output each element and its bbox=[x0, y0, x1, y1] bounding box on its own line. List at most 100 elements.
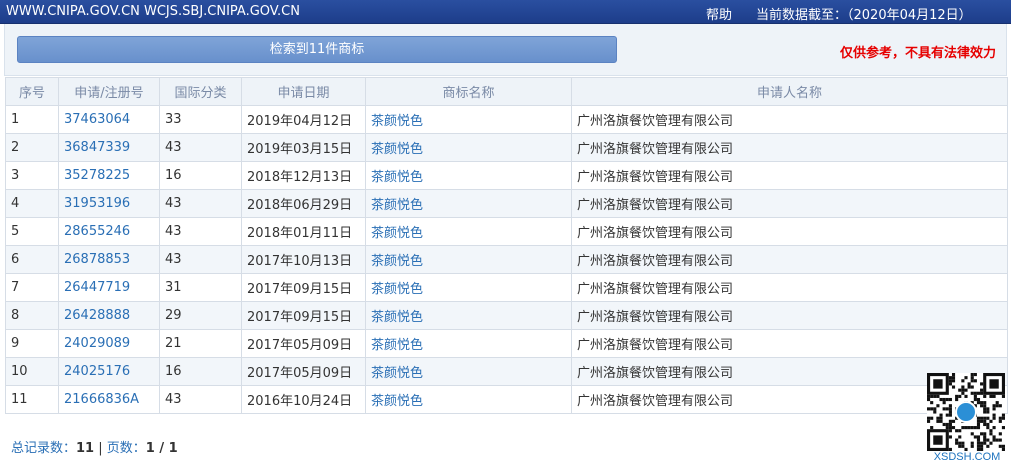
row-reg-number-cell[interactable]: 24029089 bbox=[58, 329, 160, 358]
row-reg-number-cell[interactable]: 26447719 bbox=[58, 273, 160, 302]
row-mark-name-cell[interactable]: 茶颜悦色 bbox=[365, 189, 572, 218]
row-mark-name-cell[interactable]: 茶颜悦色 bbox=[365, 217, 572, 246]
top-bar: WWW.CNIPA.GOV.CN WCJS.SBJ.CNIPA.GOV.CN 帮… bbox=[0, 0, 1011, 24]
row-intl-class-cell: 16 bbox=[159, 357, 242, 386]
row-serial-cell: 2 bbox=[5, 133, 59, 162]
row-reg-number-cell[interactable]: 26428888 bbox=[58, 301, 160, 330]
row-app-date-cell: 2019年03月15日 bbox=[241, 133, 366, 162]
row-mark-name-link[interactable]: 茶颜悦色 bbox=[371, 142, 423, 157]
row-reg-number-link[interactable]: 35278225 bbox=[64, 168, 130, 183]
total-records-value: 11 bbox=[76, 441, 95, 456]
row-app-date-cell: 2018年06月29日 bbox=[241, 189, 366, 218]
row-mark-name-link[interactable]: 茶颜悦色 bbox=[371, 114, 423, 129]
table-row[interactable]: 8 26428888 29 2017年09月15日 茶颜悦色 广州洛旗餐饮管理有限公司 bbox=[5, 301, 1008, 330]
row-mark-name-cell[interactable]: 茶颜悦色 bbox=[365, 133, 572, 162]
row-mark-name-cell[interactable]: 茶颜悦色 bbox=[365, 245, 572, 274]
row-reg-number-cell[interactable]: 21666836A bbox=[58, 385, 160, 414]
row-applicant-cell: 广州洛旗餐饮管理有限公司 bbox=[571, 217, 1008, 246]
table-row[interactable]: 5 28655246 43 2018年01月11日 茶颜悦色 广州洛旗餐饮管理有限公司 bbox=[5, 217, 1008, 246]
row-mark-name-cell[interactable]: 茶颜悦色 bbox=[365, 385, 572, 414]
table-row[interactable]: 10 24025176 16 2017年05月09日 茶颜悦色 广州洛旗餐饮管理有限公司 bbox=[5, 357, 1008, 386]
table-header-row: 序号 申请/注册号 国际分类 申请日期 商标名称 申请人名称 bbox=[5, 77, 1008, 106]
row-reg-number-cell[interactable]: 36847339 bbox=[58, 133, 160, 162]
row-mark-name-cell[interactable]: 茶颜悦色 bbox=[365, 329, 572, 358]
row-reg-number-cell[interactable]: 31953196 bbox=[58, 189, 160, 218]
help-link[interactable]: 帮助 bbox=[706, 4, 732, 23]
row-reg-number-link[interactable]: 26447719 bbox=[64, 280, 130, 295]
row-mark-name-link[interactable]: 茶颜悦色 bbox=[371, 394, 423, 409]
row-mark-name-link[interactable]: 茶颜悦色 bbox=[371, 226, 423, 241]
row-mark-name-link[interactable]: 茶颜悦色 bbox=[371, 254, 423, 269]
header-mark-name: 商标名称 bbox=[365, 77, 572, 106]
page-count-label: 页数： bbox=[106, 441, 146, 456]
row-reg-number-cell[interactable]: 24025176 bbox=[58, 357, 160, 386]
row-mark-name-link[interactable]: 茶颜悦色 bbox=[371, 170, 423, 185]
row-serial-cell: 7 bbox=[5, 273, 59, 302]
row-applicant-cell: 广州洛旗餐饮管理有限公司 bbox=[571, 301, 1008, 330]
row-mark-name-cell[interactable]: 茶颜悦色 bbox=[365, 301, 572, 330]
table-row[interactable]: 1 37463064 33 2019年04月12日 茶颜悦色 广州洛旗餐饮管理有限公司 bbox=[5, 105, 1008, 134]
row-intl-class-cell: 16 bbox=[159, 161, 242, 190]
row-mark-name-link[interactable]: 茶颜悦色 bbox=[371, 366, 423, 381]
row-reg-number-cell[interactable]: 28655246 bbox=[58, 217, 160, 246]
row-reg-number-cell[interactable]: 26878853 bbox=[58, 245, 160, 274]
row-applicant-cell: 广州洛旗餐饮管理有限公司 bbox=[571, 329, 1008, 358]
row-serial-cell: 6 bbox=[5, 245, 59, 274]
row-serial-cell: 11 bbox=[5, 385, 59, 414]
table-row[interactable]: 3 35278225 16 2018年12月13日 茶颜悦色 广州洛旗餐饮管理有限公司 bbox=[5, 161, 1008, 190]
row-intl-class-cell: 43 bbox=[159, 189, 242, 218]
row-intl-class-cell: 43 bbox=[159, 245, 242, 274]
row-reg-number-link[interactable]: 21666836A bbox=[64, 392, 139, 407]
result-count-button[interactable]: 检索到11件商标 bbox=[17, 36, 617, 63]
row-app-date-cell: 2018年12月13日 bbox=[241, 161, 366, 190]
row-mark-name-link[interactable]: 茶颜悦色 bbox=[371, 198, 423, 213]
header-applicant: 申请人名称 bbox=[571, 77, 1008, 106]
header-intl-class: 国际分类 bbox=[159, 77, 242, 106]
table-row[interactable]: 4 31953196 43 2018年06月29日 茶颜悦色 广州洛旗餐饮管理有限公司 bbox=[5, 189, 1008, 218]
row-reg-number-link[interactable]: 26428888 bbox=[64, 308, 130, 323]
row-mark-name-cell[interactable]: 茶颜悦色 bbox=[365, 357, 572, 386]
row-applicant-cell: 广州洛旗餐饮管理有限公司 bbox=[571, 161, 1008, 190]
watermark-text: XSDSH.COM bbox=[933, 451, 1001, 463]
row-mark-name-link[interactable]: 茶颜悦色 bbox=[371, 282, 423, 297]
table-row[interactable]: 6 26878853 43 2017年10月13日 茶颜悦色 广州洛旗餐饮管理有限公司 bbox=[5, 245, 1008, 274]
table-row[interactable]: 9 24029089 21 2017年05月09日 茶颜悦色 广州洛旗餐饮管理有限公司 bbox=[5, 329, 1008, 358]
header-reg-number: 申请/注册号 bbox=[58, 77, 160, 106]
table-row[interactable]: 11 21666836A 43 2016年10月24日 茶颜悦色 广州洛旗餐饮管理有限公司 bbox=[5, 385, 1008, 414]
row-applicant-cell: 广州洛旗餐饮管理有限公司 bbox=[571, 245, 1008, 274]
table-row[interactable]: 2 36847339 43 2019年03月15日 茶颜悦色 广州洛旗餐饮管理有限公司 bbox=[5, 133, 1008, 162]
row-mark-name-cell[interactable]: 茶颜悦色 bbox=[365, 105, 572, 134]
row-app-date-cell: 2017年05月09日 bbox=[241, 329, 366, 358]
row-reg-number-link[interactable]: 36847339 bbox=[64, 140, 130, 155]
row-reg-number-link[interactable]: 26878853 bbox=[64, 252, 130, 267]
row-mark-name-link[interactable]: 茶颜悦色 bbox=[371, 310, 423, 325]
data-as-of-date: 当前数据截至：（2020年04月12日） bbox=[756, 8, 972, 23]
row-intl-class-cell: 43 bbox=[159, 133, 242, 162]
total-records-label: 总记录数： bbox=[11, 441, 77, 456]
row-mark-name-link[interactable]: 茶颜悦色 bbox=[371, 338, 423, 353]
row-app-date-cell: 2017年09月15日 bbox=[241, 301, 366, 330]
row-reg-number-cell[interactable]: 37463064 bbox=[58, 105, 160, 134]
row-mark-name-cell[interactable]: 茶颜悦色 bbox=[365, 273, 572, 302]
qr-code-icon bbox=[927, 373, 1005, 451]
row-serial-cell: 5 bbox=[5, 217, 59, 246]
row-applicant-cell: 广州洛旗餐饮管理有限公司 bbox=[571, 133, 1008, 162]
row-serial-cell: 1 bbox=[5, 105, 59, 134]
row-reg-number-link[interactable]: 31953196 bbox=[64, 196, 130, 211]
row-reg-number-link[interactable]: 24025176 bbox=[64, 364, 130, 379]
search-result-panel: 检索到11件商标 仅供参考，不具有法律效力 bbox=[4, 24, 1007, 76]
row-app-date-cell: 2018年01月11日 bbox=[241, 217, 366, 246]
row-intl-class-cell: 43 bbox=[159, 217, 242, 246]
page-count-value: 1 / 1 bbox=[145, 441, 178, 456]
row-reg-number-link[interactable]: 28655246 bbox=[64, 224, 130, 239]
row-reg-number-cell[interactable]: 35278225 bbox=[58, 161, 160, 190]
row-app-date-cell: 2017年09月15日 bbox=[241, 273, 366, 302]
row-app-date-cell: 2017年05月09日 bbox=[241, 357, 366, 386]
row-intl-class-cell: 31 bbox=[159, 273, 242, 302]
row-mark-name-cell[interactable]: 茶颜悦色 bbox=[365, 161, 572, 190]
row-reg-number-link[interactable]: 24029089 bbox=[64, 336, 130, 351]
row-reg-number-link[interactable]: 37463064 bbox=[64, 112, 130, 127]
table-row[interactable]: 7 26447719 31 2017年09月15日 茶颜悦色 广州洛旗餐饮管理有限公司 bbox=[5, 273, 1008, 302]
row-app-date-cell: 2016年10月24日 bbox=[241, 385, 366, 414]
site-domains: WWW.CNIPA.GOV.CN WCJS.SBJ.CNIPA.GOV.CN bbox=[6, 4, 300, 19]
